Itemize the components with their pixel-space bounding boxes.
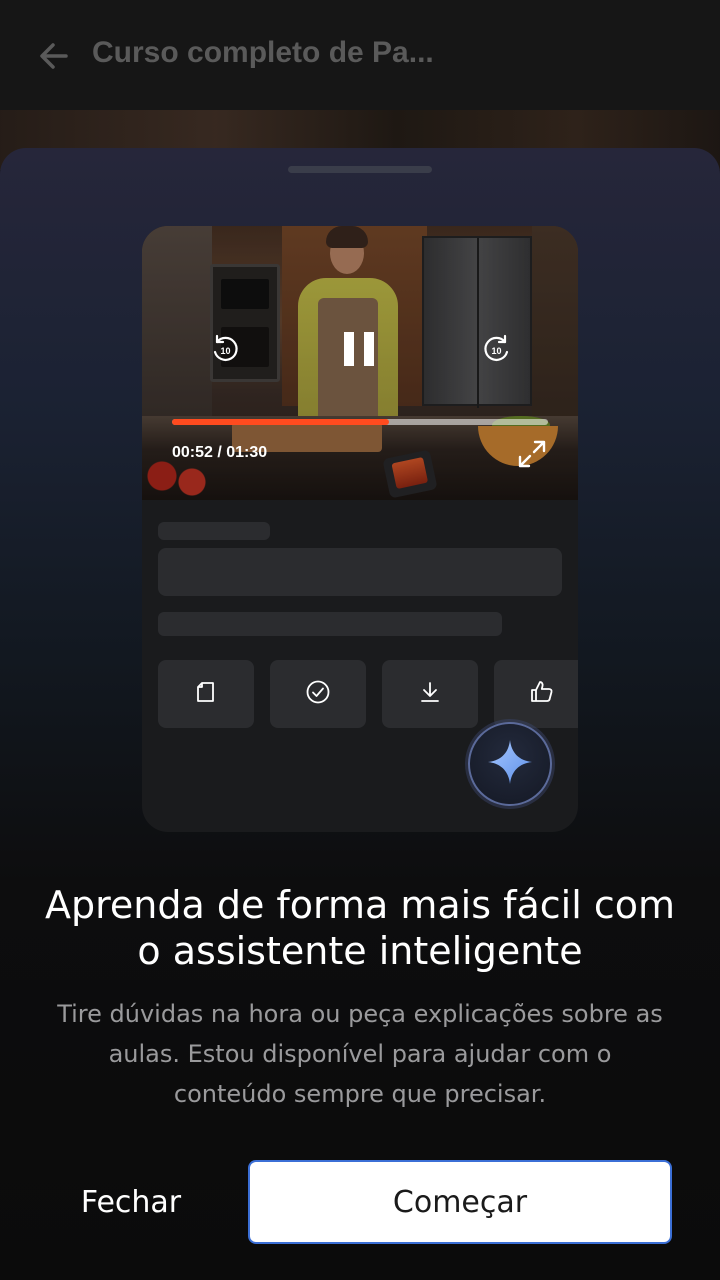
headline-line: Aprenda de forma mais fácil com — [44, 883, 676, 927]
skeleton-block — [158, 548, 562, 596]
page-title: Curso completo de Pa... — [92, 36, 434, 69]
video-time: 00:52 / 01:30 — [172, 444, 268, 461]
assistant-button[interactable] — [468, 722, 552, 806]
description-line: conteúdo sempre que precisar. — [173, 1080, 547, 1108]
description: Tire dúvidas na hora ou peça explicações… — [40, 994, 680, 1114]
skeleton-line — [158, 612, 502, 636]
complete-button[interactable] — [270, 660, 366, 728]
like-button[interactable] — [494, 660, 578, 728]
close-button[interactable]: Fechar — [60, 1162, 202, 1242]
sparkle-icon — [486, 738, 534, 791]
download-icon — [418, 680, 442, 709]
rewind-label: 10 — [220, 346, 230, 356]
app-bar: Curso completo de Pa... — [0, 0, 720, 110]
headline: Aprenda de forma mais fácil com o assist… — [0, 882, 720, 974]
start-button[interactable]: Começar — [248, 1160, 672, 1244]
rewind-10-icon[interactable]: 10 — [208, 332, 242, 366]
pause-icon[interactable] — [340, 328, 380, 370]
skeleton-line — [158, 522, 270, 540]
video-progress-fill — [172, 419, 390, 425]
notes-button[interactable] — [158, 660, 254, 728]
arrow-left-icon[interactable] — [36, 38, 72, 74]
description-line: aulas. Estou disponível para ajudar com … — [108, 1040, 612, 1068]
thumbs-up-icon — [529, 679, 555, 710]
video-progress-bar[interactable] — [172, 419, 548, 425]
notes-icon — [195, 681, 217, 708]
onboarding-bottom-sheet: 10 10 00:52 / 01:30 Aprenda de forma mai… — [0, 148, 720, 1280]
check-circle-icon — [305, 679, 331, 710]
sheet-drag-handle[interactable] — [288, 166, 432, 173]
forward-label: 10 — [491, 346, 501, 356]
download-button[interactable] — [382, 660, 478, 728]
video-player[interactable]: 10 10 00:52 / 01:30 — [142, 226, 578, 500]
fullscreen-icon[interactable] — [516, 438, 548, 470]
headline-line: o assistente inteligente — [137, 929, 583, 973]
description-line: Tire dúvidas na hora ou peça explicações… — [57, 1000, 663, 1028]
forward-10-icon[interactable]: 10 — [480, 332, 514, 366]
